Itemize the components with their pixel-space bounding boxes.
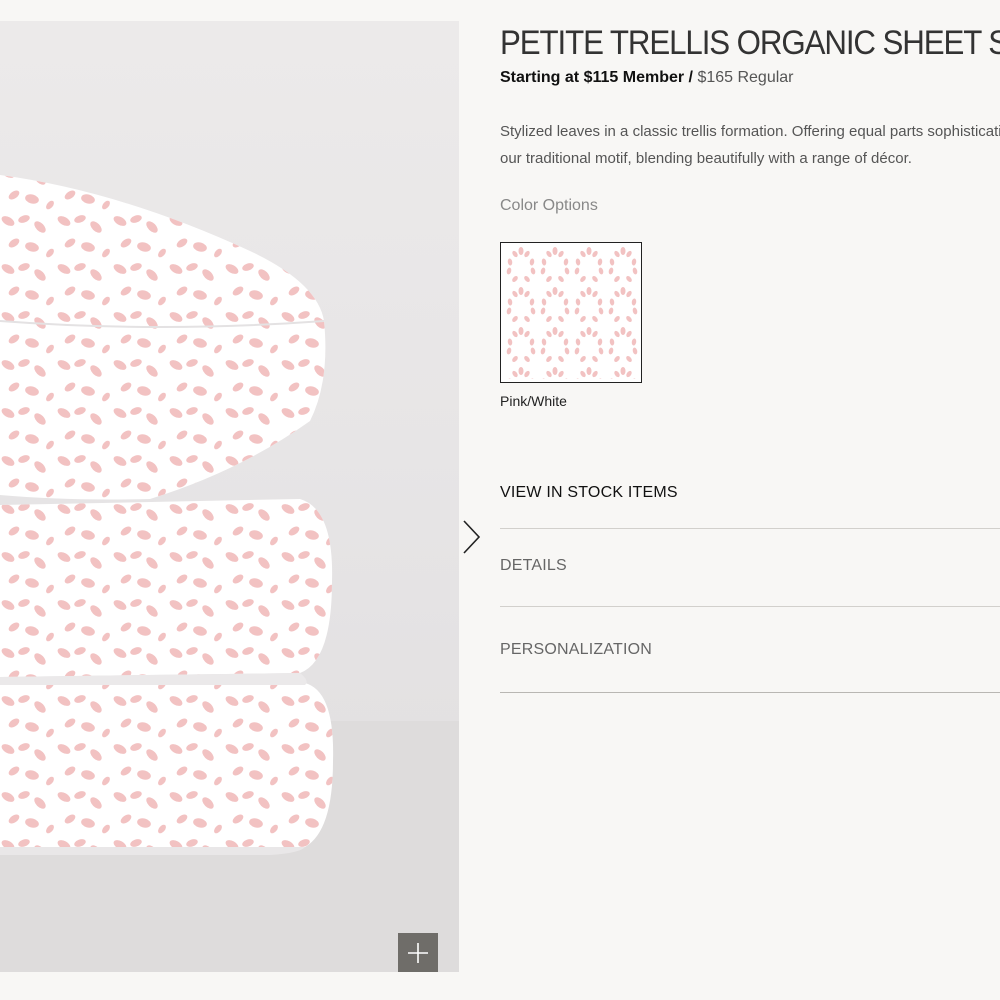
swatch-pattern	[504, 246, 638, 379]
chevron-right-icon	[463, 520, 481, 554]
color-options-label: Color Options	[500, 197, 598, 214]
price-separator: /	[684, 69, 698, 86]
color-option-name: Pink/White	[500, 393, 567, 409]
regular-price: $165 Regular	[697, 69, 794, 86]
divider	[500, 692, 1000, 693]
sheet-stack-photo	[0, 175, 459, 972]
color-swatch-pink-white[interactable]	[500, 242, 642, 383]
zoom-button[interactable]	[398, 933, 438, 972]
plus-icon	[408, 943, 428, 963]
price-line: Starting at $115 Member / $165 Regular	[500, 69, 794, 87]
divider	[500, 528, 1000, 529]
price-prefix: Starting at	[500, 69, 580, 86]
product-image[interactable]	[0, 21, 459, 972]
next-image-button[interactable]	[460, 518, 484, 556]
details-accordion[interactable]: DETAILS	[500, 557, 1000, 575]
member-price: $115 Member	[583, 69, 685, 86]
product-description: Stylized leaves in a classic trellis for…	[500, 123, 1000, 167]
personalization-accordion[interactable]: PERSONALIZATION	[500, 641, 1000, 659]
product-title: PETITE TRELLIS ORGANIC SHEET SET	[500, 24, 1000, 62]
product-info: PETITE TRELLIS ORGANIC SHEET SET Startin…	[500, 0, 1000, 1000]
divider	[500, 606, 1000, 607]
view-in-stock-items-link[interactable]: VIEW IN STOCK ITEMS	[500, 484, 1000, 502]
